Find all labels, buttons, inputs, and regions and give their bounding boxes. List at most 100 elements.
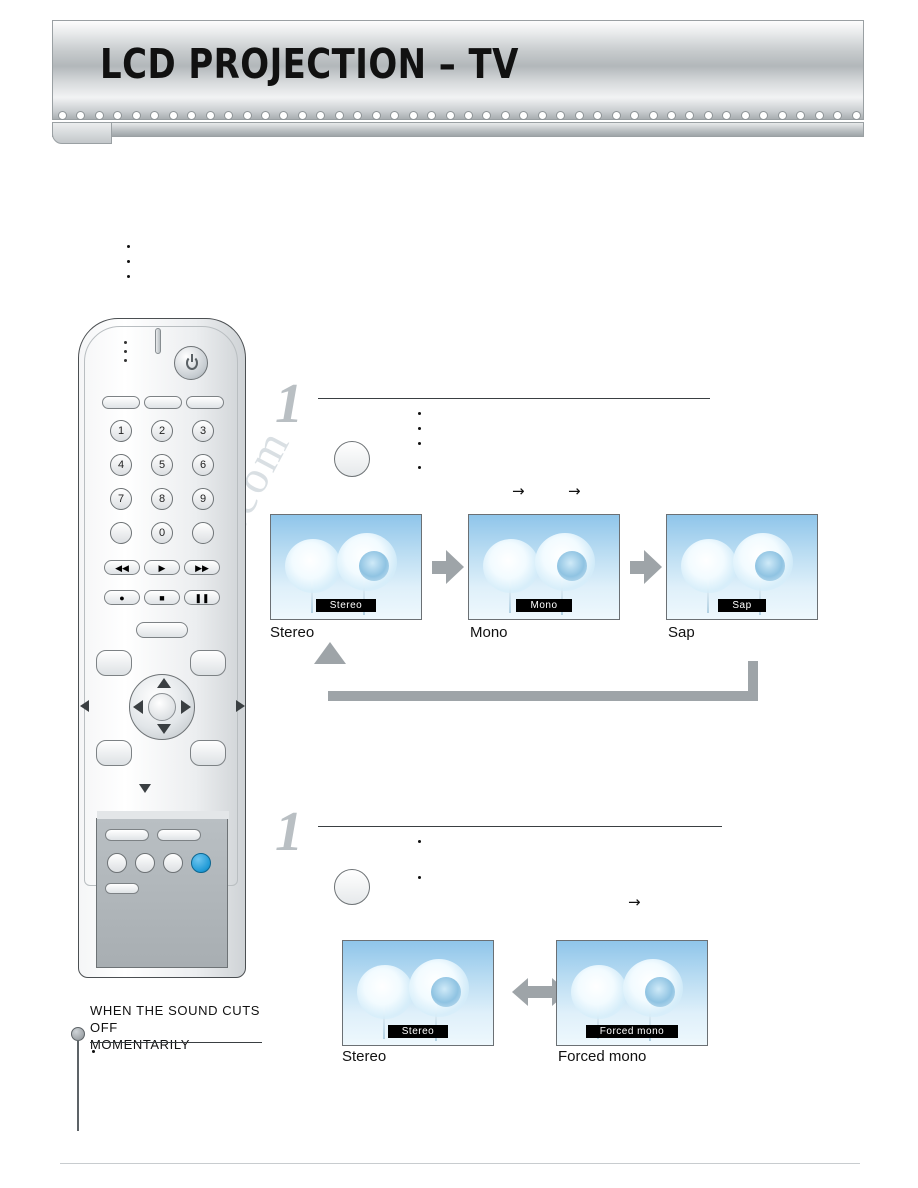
header-dot xyxy=(482,111,492,120)
remote-key-7[interactable]: 7 xyxy=(110,488,132,510)
header-dot xyxy=(58,111,67,120)
osd-label: Forced mono xyxy=(585,1025,679,1038)
remote-key-rewind[interactable]: ◀◀ xyxy=(104,560,140,575)
remote-key-9[interactable]: 9 xyxy=(192,488,214,510)
header-dot xyxy=(94,111,104,120)
flow-arrow-glyph-3: → xyxy=(628,893,641,911)
dandelion-puff xyxy=(681,539,737,593)
flow-arrow-2 xyxy=(630,550,662,584)
remote-key-0[interactable]: 0 xyxy=(151,522,173,544)
arrow-up-icon xyxy=(157,678,171,688)
note-title-line1: WHEN THE SOUND CUTS OFF xyxy=(90,1003,261,1035)
remote-key-source-3[interactable] xyxy=(186,396,224,409)
remote-key-corner-topright[interactable] xyxy=(190,650,226,676)
flow-arrow-1 xyxy=(432,550,464,584)
remote-lower-key-2[interactable] xyxy=(157,829,201,841)
header-dot xyxy=(76,111,86,120)
header-dot xyxy=(353,111,363,120)
remote-key-1[interactable]: 1 xyxy=(110,420,132,442)
note-rule xyxy=(90,1042,262,1043)
remote-key-5[interactable]: 5 xyxy=(151,454,173,476)
remote-lower-key-3[interactable] xyxy=(105,883,139,894)
header-dot xyxy=(427,111,437,120)
osd-label: Stereo xyxy=(387,1025,449,1038)
remote-key-fastforward[interactable]: ▶▶ xyxy=(184,560,220,575)
remote-key-play[interactable]: ▶ xyxy=(144,560,180,575)
header-dot xyxy=(371,111,381,120)
header-dot xyxy=(833,111,843,120)
header-dot xyxy=(519,111,529,120)
arrow-right-icon xyxy=(181,700,191,714)
remote-key-menu[interactable] xyxy=(136,622,188,638)
remote-inner-outline xyxy=(84,326,238,886)
bullet-dot xyxy=(418,466,421,469)
remote-dpad[interactable] xyxy=(80,648,245,778)
remote-indicator-dot xyxy=(124,359,127,362)
remote-lower-round-2[interactable] xyxy=(135,853,155,873)
header-dot xyxy=(759,111,769,120)
tv-screenshot-stereo-2: Stereo xyxy=(342,940,494,1046)
bullet-dot xyxy=(418,840,421,843)
arrow-down-outer-icon xyxy=(139,784,151,793)
bullet-dot xyxy=(418,412,421,415)
remote-key-record[interactable]: ● xyxy=(104,590,140,605)
bullet-dot xyxy=(418,427,421,430)
remote-key-corner-topleft[interactable] xyxy=(96,650,132,676)
power-icon xyxy=(186,354,198,370)
osd-overlay: Mono xyxy=(469,595,619,613)
footer-rule xyxy=(60,1163,860,1164)
header-dot xyxy=(390,111,400,120)
header-secondary-bar xyxy=(52,122,864,137)
dandelion-puff xyxy=(571,965,627,1019)
header-dot xyxy=(168,111,178,120)
remote-key-pause[interactable]: ❚❚ xyxy=(184,590,220,605)
flow-arrow-glyph-2: → xyxy=(568,482,581,500)
remote-key-6[interactable]: 6 xyxy=(192,454,214,476)
remote-lower-divider xyxy=(97,811,229,819)
arrow-left-icon xyxy=(133,700,143,714)
remote-lower-round-1[interactable] xyxy=(107,853,127,873)
remote-key-corner-bottomright[interactable] xyxy=(190,740,226,766)
remote-indicator-dot xyxy=(124,350,127,353)
ir-emitter xyxy=(155,328,161,354)
note-knob-marker xyxy=(71,1027,85,1041)
remote-key-corner-bottomleft[interactable] xyxy=(96,740,132,766)
remote-key-aux-left[interactable] xyxy=(110,522,132,544)
remote-key-aux-right[interactable] xyxy=(192,522,214,544)
remote-lower-panel xyxy=(96,811,229,968)
remote-mts-button[interactable] xyxy=(191,853,211,873)
remote-control-illustration: 1 2 3 4 5 6 7 8 9 0 ◀◀ ▶ ▶▶ ● ■ ❚❚ xyxy=(78,318,246,978)
remote-key-2[interactable]: 2 xyxy=(151,420,173,442)
remote-key-3[interactable]: 3 xyxy=(192,420,214,442)
dandelion-core xyxy=(431,977,461,1007)
header-dot xyxy=(408,111,418,120)
tv-screenshot-sap: Sap xyxy=(666,514,818,620)
header-dot xyxy=(740,111,750,120)
remote-key-8[interactable]: 8 xyxy=(151,488,173,510)
step-number-2: 1 xyxy=(275,801,303,863)
remote-indicator-dot xyxy=(124,341,127,344)
remote-lower-round-3[interactable] xyxy=(163,853,183,873)
header-dot xyxy=(667,111,676,120)
dandelion-core xyxy=(359,551,389,581)
remote-key-stop[interactable]: ■ xyxy=(144,590,180,605)
remote-key-4[interactable]: 4 xyxy=(110,454,132,476)
osd-overlay: Sap xyxy=(667,595,817,613)
header-dot xyxy=(445,111,455,120)
header-dot xyxy=(316,111,326,120)
header-dot xyxy=(648,111,658,120)
osd-label: Mono xyxy=(516,599,572,612)
tv-screenshot-mono: Mono xyxy=(468,514,620,620)
header-dot xyxy=(722,111,732,120)
header-dot xyxy=(205,111,215,120)
remote-key-source-1[interactable] xyxy=(102,396,140,409)
tv-screenshot-stereo: Stereo xyxy=(270,514,422,620)
header-dot xyxy=(334,111,344,120)
remote-lower-key-1[interactable] xyxy=(105,829,149,841)
header-dot xyxy=(574,111,584,120)
remote-dpad-center[interactable] xyxy=(148,693,176,721)
remote-key-source-2[interactable] xyxy=(144,396,182,409)
tv-screenshot-forced-mono: Forced mono xyxy=(556,940,708,1046)
flow-loop-arrow xyxy=(320,655,760,705)
header-dot xyxy=(851,111,861,120)
